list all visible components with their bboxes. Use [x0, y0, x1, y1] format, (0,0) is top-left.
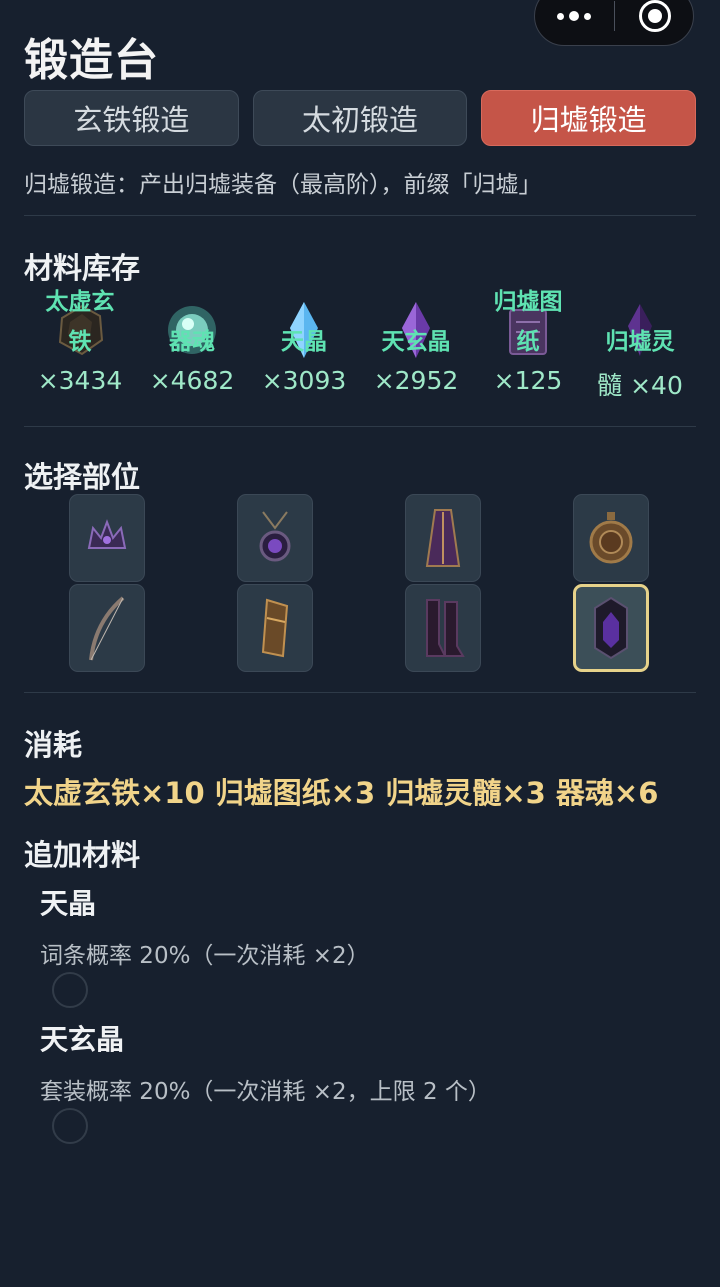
extra-material-radio[interactable]: [52, 1108, 88, 1144]
extra-material-name: 天玄晶: [40, 1023, 125, 1056]
divider: [24, 426, 696, 427]
material-name: 天玄晶: [381, 329, 451, 355]
material-count: ×4682: [149, 366, 235, 395]
material-item: 太虚玄 铁 ×3434: [24, 288, 136, 400]
miniprogram-capsule: [534, 0, 694, 46]
more-icon[interactable]: [556, 11, 591, 21]
forge-description: 归墟锻造：产出归墟装备（最高阶），前缀「归墟」: [24, 172, 542, 198]
slot-robe[interactable]: [405, 494, 481, 582]
material-name: 天晶: [281, 329, 327, 355]
material-name: 太虚玄: [45, 289, 115, 315]
slot-gauntlet[interactable]: [237, 584, 313, 672]
material-count: ×125: [493, 366, 563, 395]
extra-material-radio[interactable]: [52, 972, 88, 1008]
extra-material-name: 天晶: [40, 887, 97, 920]
page-title: 锻造台: [24, 35, 159, 86]
slot-shield[interactable]: [573, 584, 649, 672]
gauntlet-icon: [261, 598, 289, 658]
slot-crown[interactable]: [69, 494, 145, 582]
slot-amulet[interactable]: [237, 494, 313, 582]
extra-material-desc: 套装概率 20%（一次消耗 ×2，上限 2 个）: [40, 1079, 491, 1105]
divider: [24, 215, 696, 216]
robe-icon: [425, 509, 461, 567]
bow-icon: [89, 596, 125, 661]
crown-icon: [87, 519, 127, 549]
extra-material-desc: 词条概率 20%（一次消耗 ×2）: [40, 943, 370, 969]
forge-tabs: 玄铁锻造 太初锻造 归墟锻造: [24, 90, 697, 146]
material-name: 归墟灵: [605, 329, 675, 355]
material-count: ×2952: [373, 366, 459, 395]
materials-list: 太虚玄 铁 ×3434 器魂 ×4682 天晶 ×3093 天玄晶 ×2952: [24, 288, 696, 400]
slot-bow[interactable]: [69, 584, 145, 672]
divider: [24, 692, 696, 693]
material-name: 铁: [68, 329, 92, 355]
materials-title: 材料库存: [24, 251, 141, 285]
material-item: 归墟图 纸 ×125: [472, 288, 584, 400]
material-item: 天玄晶 ×2952: [360, 288, 472, 400]
material-count: ×3093: [261, 366, 347, 395]
extra-materials-title: 追加材料: [24, 838, 141, 872]
tab-taichu-forge[interactable]: 太初锻造: [252, 90, 468, 146]
material-name: 器魂: [169, 329, 215, 355]
material-item: 天晶 ×3093: [248, 288, 360, 400]
material-name: 纸: [516, 329, 540, 355]
material-name: 归墟图: [493, 289, 563, 315]
cost-list: 太虚玄铁×10 归墟图纸×3 归墟灵髓×3 器魂×6: [24, 776, 659, 810]
slot-compass[interactable]: [573, 494, 649, 582]
material-item: 归墟灵 髓 ×40: [584, 288, 696, 400]
tab-xuantie-forge[interactable]: 玄铁锻造: [24, 90, 239, 146]
amulet-icon: [259, 511, 291, 562]
material-count: 髓 ×40: [597, 371, 683, 400]
slot-boots[interactable]: [405, 584, 481, 672]
boots-icon: [426, 599, 465, 657]
material-count: ×3434: [37, 366, 123, 395]
slot-section-title: 选择部位: [24, 460, 141, 494]
material-item: 器魂 ×4682: [136, 288, 248, 400]
shield-icon: [594, 596, 628, 660]
compass-icon: [589, 512, 633, 564]
capsule-divider: [614, 1, 616, 31]
close-target-icon[interactable]: [639, 0, 672, 32]
cost-title: 消耗: [24, 728, 83, 762]
tab-guixu-forge[interactable]: 归墟锻造: [481, 90, 697, 146]
